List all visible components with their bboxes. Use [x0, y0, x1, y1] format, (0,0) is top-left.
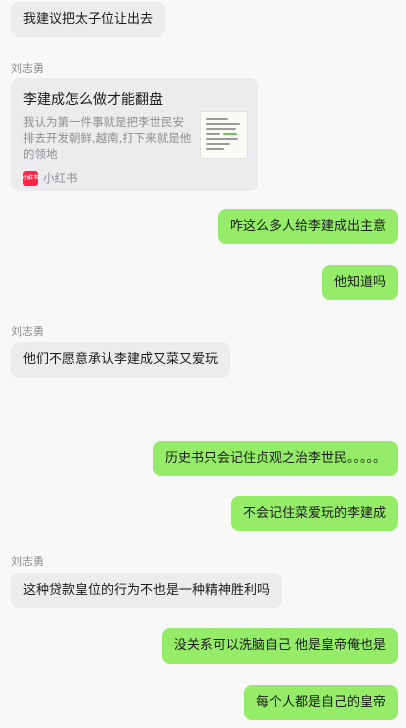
card-description: 我认为第一件事就是把李世民安排去开发朝鲜,越南,打下来就是他的领地 [23, 115, 192, 161]
message-bubble-outgoing[interactable]: 没关系可以洗脑自己 他是皇帝俺也是 [161, 628, 398, 664]
xiaohongshu-logo-icon: 小红书 [23, 170, 38, 186]
message-text: 没关系可以洗脑自己 他是皇帝俺也是 [173, 638, 386, 653]
message-text: 每个人都是自己的皇帝 [255, 695, 386, 710]
message-text: 咋这么多人给李建成出主意 [229, 219, 386, 234]
sender-name: 刘志勇 [11, 325, 44, 338]
card-source: 小红书 小红书 [23, 170, 78, 186]
message-bubble-incoming[interactable]: 这种贷款皇位的行为不也是一种精神胜利吗 [11, 573, 283, 608]
message-bubble-outgoing[interactable]: 历史书只会记住贞观之治李世民。。。。。 [152, 441, 398, 476]
message-text: 他知道吗 [333, 275, 386, 290]
sender-name: 刘志勇 [11, 62, 44, 75]
sender-name: 刘志勇 [11, 555, 44, 568]
message-bubble-incoming[interactable]: 他们不愿意承认李建成又菜又爱玩 [11, 342, 231, 378]
message-bubble-outgoing[interactable]: 他知道吗 [321, 265, 398, 300]
card-thumbnail-image [200, 111, 248, 159]
message-text: 我建议把太子位让出去 [23, 12, 154, 27]
message-bubble-incoming[interactable]: 我建议把太子位让出去 [11, 2, 166, 37]
message-text: 他们不愿意承认李建成又菜又爱玩 [23, 352, 219, 367]
card-source-name: 小红书 [43, 171, 78, 185]
message-text: 这种贷款皇位的行为不也是一种精神胜利吗 [23, 583, 271, 598]
message-text: 历史书只会记住贞观之治李世民。。。。。 [164, 451, 386, 466]
card-title: 李建成怎么做才能翻盘 [23, 92, 163, 108]
message-text: 不会记住菜爱玩的李建成 [242, 506, 386, 521]
chat-transcript: 我建议把太子位让出去 刘志勇 李建成怎么做才能翻盘 我认为第一件事就是把李世民安… [0, 0, 406, 728]
message-bubble-outgoing[interactable]: 咋这么多人给李建成出主意 [217, 209, 398, 244]
message-bubble-outgoing[interactable]: 不会记住菜爱玩的李建成 [230, 496, 398, 531]
shared-link-card[interactable]: 李建成怎么做才能翻盘 我认为第一件事就是把李世民安排去开发朝鲜,越南,打下来就是… [11, 78, 258, 191]
message-bubble-outgoing[interactable]: 每个人都是自己的皇帝 [243, 685, 398, 720]
